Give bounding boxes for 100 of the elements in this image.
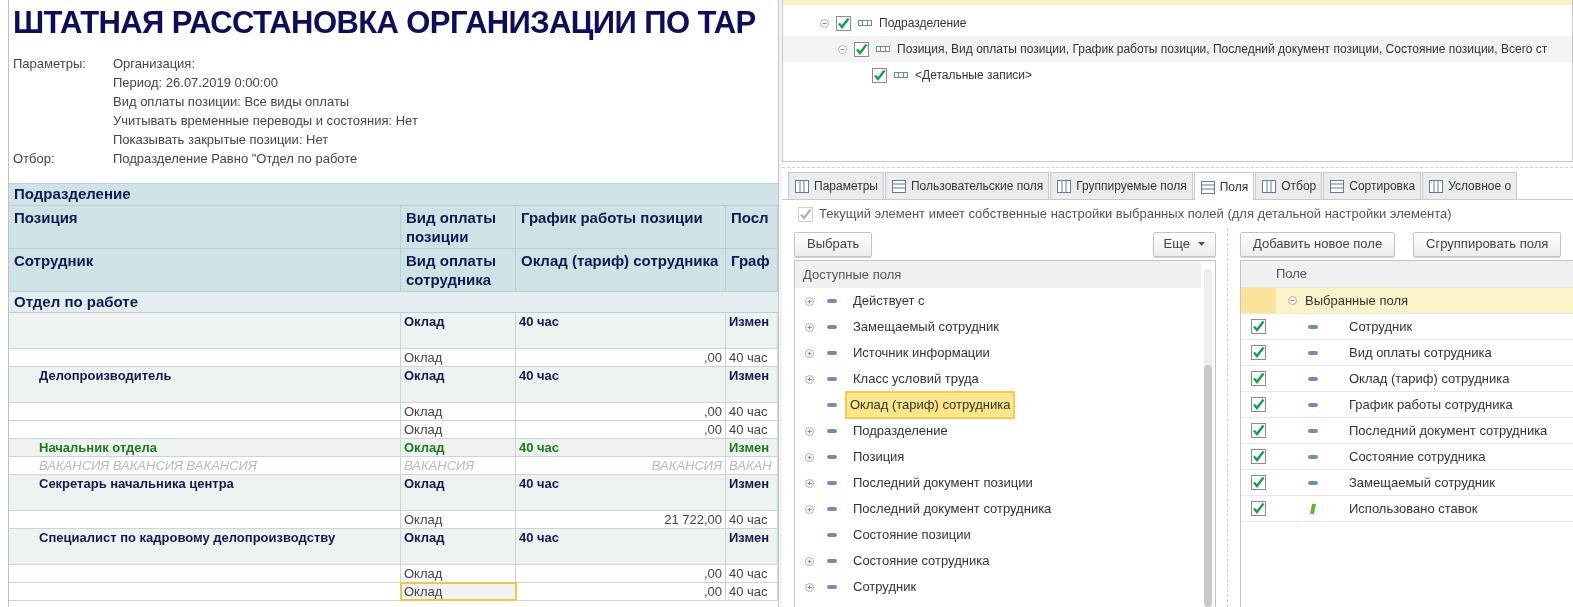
table-cell: Делопроизводитель [39,368,172,383]
group-item[interactable]: Выбранные поля [1305,290,1409,311]
checkbox[interactable] [872,67,887,83]
table-cell: 40 час [519,314,560,329]
field-item[interactable]: Состояние сотрудника [1349,446,1486,467]
field-icon [1307,324,1318,329]
structure-item[interactable]: Подразделение [879,14,967,32]
field-item[interactable]: Действует с [850,289,928,313]
column-header: Сотрудник [14,252,94,269]
tab[interactable]: Пользовательские поля [884,172,1050,199]
expand-icon[interactable] [805,478,814,488]
table-icon [1199,178,1216,195]
checkbox[interactable] [1251,319,1266,334]
tab[interactable]: Параметры [788,172,884,199]
column-header: Граф [731,252,770,269]
collapse-icon[interactable] [820,18,829,28]
field-item[interactable]: Замещаемый сотрудник [1349,472,1495,493]
field-icon [1307,454,1318,459]
field-item[interactable]: Сотрудник [1349,316,1413,337]
table-cell: Оклад [404,566,443,581]
field-item[interactable]: Оклад (тариф) сотрудника [1349,368,1510,389]
table-cell: 40 час [729,566,768,581]
table-cell: Измен [729,476,770,491]
more-button[interactable]: Еще [1152,231,1216,257]
field-item[interactable]: Использовано ставок [1349,498,1478,519]
checkbox[interactable] [1251,371,1266,386]
parameter-label: Отбор: [13,150,55,166]
checkbox[interactable] [1251,345,1266,360]
field-item[interactable]: Источник информации [850,341,993,365]
checkbox[interactable] [836,15,851,31]
field-icon [827,533,837,537]
field-icon [827,585,837,589]
tab[interactable]: Отбор [1255,172,1323,199]
toolbar-button[interactable]: Добавить новое поле [1240,231,1396,257]
checkbox[interactable] [1251,475,1266,490]
table-cell: ВАКАН [729,458,772,473]
table-cell: Оклад [404,350,443,365]
field-item[interactable]: Класс условий труда [850,367,982,391]
table-cell: 40 час [519,368,560,383]
field-item[interactable]: Сотрудник [850,575,920,599]
table-cell: 40 час [729,350,768,365]
checkbox[interactable] [1251,501,1266,516]
table-cell: Оклад [404,314,445,329]
table-icon [1261,178,1278,194]
expand-icon[interactable] [805,374,814,384]
expand-icon[interactable] [805,322,814,332]
toolbar-button[interactable]: Сгруппировать поля [1413,231,1562,257]
field-item[interactable]: Подразделение [850,419,951,443]
expand-icon[interactable] [805,504,814,514]
grouping-icon [894,72,908,78]
column-header: Позиция [14,209,78,226]
structure-item[interactable]: <Детальные записи> [915,66,1033,84]
select-button[interactable]: Выбрать [794,231,873,257]
expand-icon[interactable] [805,296,814,306]
scrollbar[interactable] [1204,269,1212,607]
table-cell: Оклад [404,512,443,527]
field-item[interactable]: Последний документ позиции [850,471,1036,495]
table-cell: 21 722,00 [664,512,722,527]
resource-icon [1309,503,1316,514]
table-cell: 40 час [729,584,768,599]
tab[interactable]: Поля [1193,172,1255,200]
column-header: Доступные поля [803,265,902,284]
table-cell: Оклад [404,440,445,455]
checkbox[interactable] [1251,449,1266,464]
field-item[interactable]: Состояние позиции [850,523,974,547]
expand-icon[interactable] [805,348,814,358]
expand-icon[interactable] [805,426,814,436]
parameter-value: Организация: [113,54,196,73]
field-item[interactable]: График работы сотрудника [1349,394,1513,415]
field-item[interactable]: Последний документ сотрудника [1349,420,1548,441]
column-header: Вид оплаты позиции [406,209,496,245]
tab[interactable]: Сортировка [1323,172,1422,199]
expand-icon[interactable] [805,452,814,462]
table-cell: ,00 [703,404,722,419]
field-item[interactable]: Замещаемый сотрудник [850,315,1002,339]
field-icon [1307,376,1318,381]
checkbox[interactable] [854,41,869,57]
parameter-value: Вид оплаты позиции: Все виды оплаты [113,92,350,111]
field-item[interactable]: Состояние сотрудника [850,549,993,573]
caret-icon [1198,242,1205,246]
column-header: Поле [1276,265,1308,284]
table-cell: Оклад [404,368,445,383]
row-marker [1241,288,1276,313]
field-item[interactable]: Позиция [850,445,908,469]
field-item[interactable]: Последний документ сотрудника [850,497,1055,521]
field-icon [827,481,837,485]
field-item[interactable]: Оклад (тариф) сотрудника [845,391,1016,419]
parameter-label: Параметры: [13,55,86,71]
table-icon [794,178,810,194]
expand-icon[interactable] [805,556,814,566]
collapse-icon[interactable] [1288,296,1297,305]
checkbox[interactable] [1251,397,1266,412]
tab[interactable]: Условное о [1422,172,1518,199]
tab[interactable]: Группируемые поля [1050,172,1193,199]
checkbox[interactable] [1251,423,1266,438]
table-cell: Оклад [404,404,443,419]
collapse-icon[interactable] [838,44,847,54]
field-item[interactable]: Вид оплаты сотрудника [1349,342,1492,363]
table-cell: Начальник отдела [39,440,158,455]
expand-icon[interactable] [805,582,814,592]
